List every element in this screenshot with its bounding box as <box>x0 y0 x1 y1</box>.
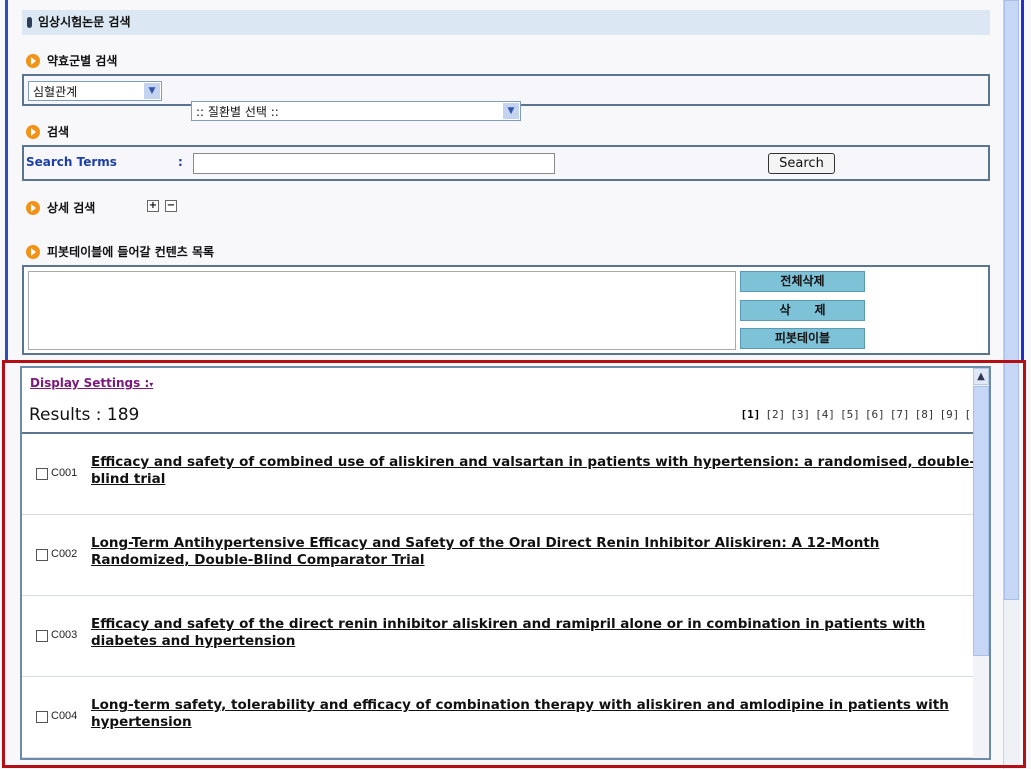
bullet-icon <box>26 53 40 68</box>
right-border <box>1021 0 1024 360</box>
page-header: 임상시험논문 검색 <box>22 10 990 35</box>
pivot-table-button[interactable]: 피봇테이블 <box>740 328 865 349</box>
bullet-icon <box>26 244 40 259</box>
colon: : <box>178 155 183 169</box>
pivot-section-heading: 피봇테이블에 들어갈 컨텐츠 목록 <box>26 243 214 260</box>
search-button[interactable]: Search <box>768 153 835 174</box>
category-select[interactable]: 심혈관계 ▼ <box>28 81 162 101</box>
section-label: 약효군별 검색 <box>47 54 118 68</box>
pin-icon <box>27 17 32 28</box>
delete-button[interactable]: 삭 제 <box>740 300 865 321</box>
chevron-down-icon: ▼ <box>503 103 519 119</box>
search-terms-label: Search Terms <box>26 155 117 169</box>
bullet-icon <box>26 200 40 215</box>
delete-all-button[interactable]: 전체삭제 <box>740 271 865 292</box>
search-section-heading: 검색 <box>26 123 69 140</box>
collapse-button[interactable]: − <box>165 200 177 212</box>
left-border <box>5 0 8 360</box>
search-input[interactable] <box>193 153 555 174</box>
disease-select[interactable]: :: 질환별 선택 :: ▼ <box>191 101 521 121</box>
bullet-icon <box>26 124 40 139</box>
chevron-down-icon: ▼ <box>144 83 160 99</box>
advanced-search-heading: 상세 검색 <box>26 199 95 216</box>
drug-select-box: 심혈관계 ▼ :: 질환별 선택 :: ▼ <box>22 74 990 121</box>
expand-button[interactable]: + <box>147 200 159 212</box>
pivot-content-list[interactable] <box>28 271 736 350</box>
highlight-box <box>2 360 1026 768</box>
page-title: 임상시험논문 검색 <box>38 15 131 29</box>
drug-section-heading: 약효군별 검색 <box>26 52 117 69</box>
